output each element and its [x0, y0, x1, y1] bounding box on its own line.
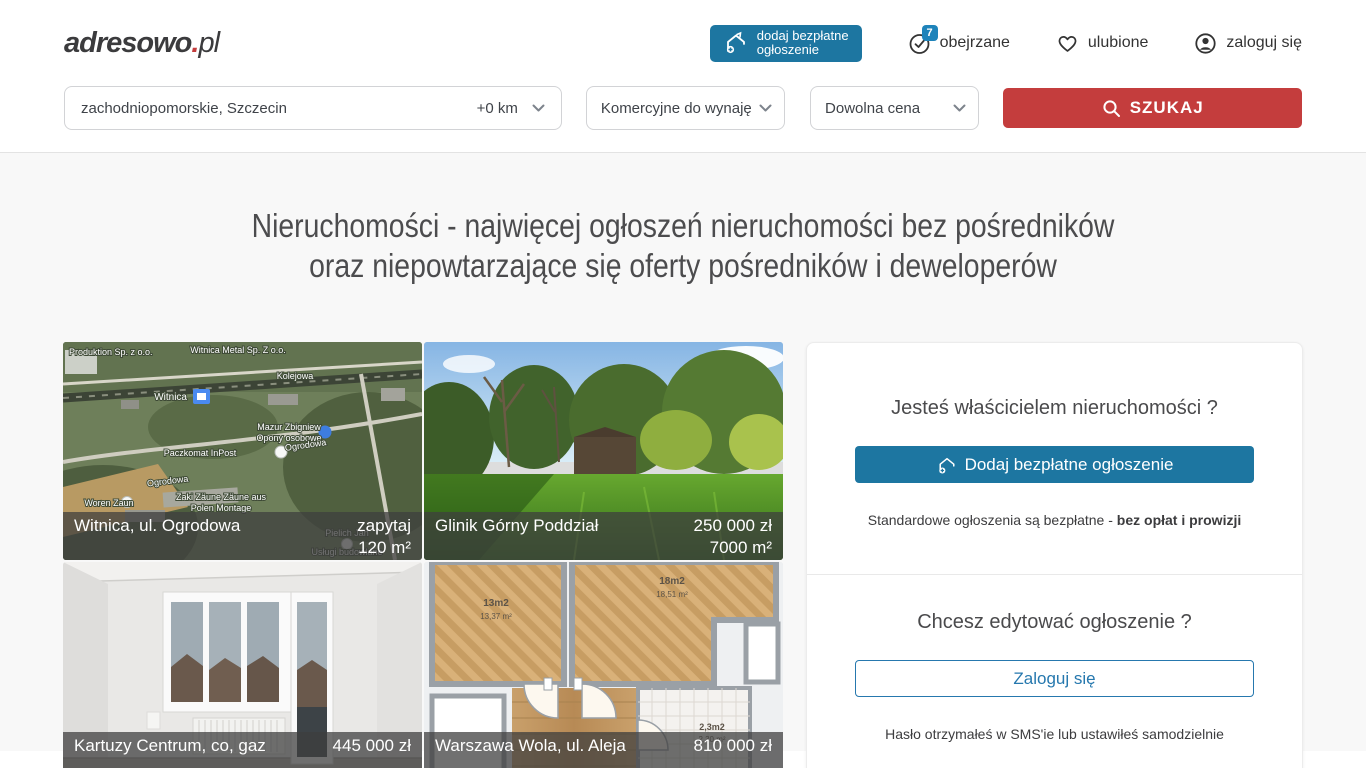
- add-listing-button[interactable]: dodaj bezpłatne ogłoszenie: [710, 25, 862, 62]
- owner-note: Standardowe ogłoszenia są bezpłatne - be…: [855, 512, 1254, 528]
- svg-text:13m2: 13m2: [483, 598, 509, 609]
- check-circle-icon: 7: [908, 32, 931, 55]
- svg-text:Produktion Sp. z o.o.: Produktion Sp. z o.o.: [69, 347, 153, 357]
- edit-note: Hasło otrzymałeś w SMS'ie lub ustawiłeś …: [855, 726, 1254, 742]
- sidebar-add-listing-button[interactable]: Dodaj bezpłatne ogłoszenie: [855, 446, 1254, 483]
- svg-text:Mazur Zbigniew: Mazur Zbigniew: [257, 422, 321, 432]
- header: adresowo.pl dodaj bezpłatne ogłoszenie: [0, 0, 1366, 86]
- chevron-down-icon: [953, 104, 966, 112]
- page-content: Nieruchomości - najwięcej ogłoszeń nieru…: [0, 153, 1366, 751]
- search-button[interactable]: SZUKAJ: [1003, 88, 1302, 128]
- listing-title: Warszawa Wola, ul. Aleja: [435, 735, 626, 768]
- chevron-down-icon: [759, 104, 772, 112]
- listing-price-area: 445 000 zł: [333, 735, 411, 768]
- svg-text:Witnica: Witnica: [154, 392, 187, 403]
- listing-card-witnica[interactable]: Produktion Sp. z o.o. Witnica Metal Sp. …: [63, 342, 422, 560]
- nav-login[interactable]: zaloguj się: [1194, 32, 1302, 55]
- sidebar-add-listing-label: Dodaj bezpłatne ogłoszenie: [965, 455, 1174, 475]
- radius-dropdown[interactable]: +0 km: [477, 100, 545, 117]
- listing-card-kartuzy[interactable]: Kartuzy Centrum, co, gaz 445 000 zł: [63, 562, 422, 768]
- user-circle-icon: [1194, 32, 1217, 55]
- edit-section: Chcesz edytować ogłoszenie ? Zaloguj się…: [807, 574, 1302, 768]
- nav-favorites-label: ulubione: [1088, 34, 1149, 52]
- magnifier-icon: [1102, 99, 1121, 118]
- page-title: Nieruchomości - najwięcej ogłoszeń nieru…: [96, 206, 1271, 286]
- owner-heading: Jesteś właścicielem nieruchomości ?: [855, 397, 1254, 420]
- house-plus-icon: [936, 454, 958, 476]
- owner-section: Jesteś właścicielem nieruchomości ? Doda…: [807, 343, 1302, 574]
- listing-caption: Witnica, ul. Ogrodowa zapytaj120 m²: [63, 512, 422, 560]
- owner-panel: Jesteś właścicielem nieruchomości ? Doda…: [806, 342, 1303, 768]
- logo-tld: pl: [198, 27, 219, 59]
- house-plus-icon: [723, 30, 749, 56]
- listings-grid: Produktion Sp. z o.o. Witnica Metal Sp. …: [63, 342, 783, 768]
- category-value: Komercyjne do wynaję: [601, 100, 751, 117]
- search-button-label: SZUKAJ: [1130, 98, 1204, 118]
- listing-price-area: zapytaj120 m²: [357, 515, 411, 560]
- price-value: Dowolna cena: [825, 100, 920, 117]
- category-select[interactable]: Komercyjne do wynaję: [586, 86, 785, 130]
- listing-title: Kartuzy Centrum, co, gaz: [74, 735, 266, 768]
- edit-heading: Chcesz edytować ogłoszenie ?: [855, 611, 1254, 634]
- logo-text: adresowo: [64, 27, 191, 59]
- heart-icon: [1056, 32, 1079, 55]
- nav-favorites[interactable]: ulubione: [1056, 32, 1149, 55]
- listing-title: Witnica, ul. Ogrodowa: [74, 515, 240, 560]
- listing-price-area: 250 000 zł7000 m²: [694, 515, 772, 560]
- location-value: zachodniopomorskie, Szczecin: [81, 100, 287, 117]
- svg-text:Kolejowa: Kolejowa: [277, 371, 314, 381]
- listing-caption: Glinik Górny Poddział 250 000 zł7000 m²: [424, 512, 783, 560]
- nav-viewed[interactable]: 7 obejrzane: [908, 32, 1010, 55]
- listing-caption: Kartuzy Centrum, co, gaz 445 000 zł: [63, 732, 422, 768]
- listing-caption: Warszawa Wola, ul. Aleja 810 000 zł: [424, 732, 783, 768]
- header-actions: dodaj bezpłatne ogłoszenie 7 obejrzane: [710, 25, 1302, 62]
- listing-price-area: 810 000 zł: [694, 735, 772, 768]
- svg-text:2,3m2: 2,3m2: [699, 722, 725, 732]
- listing-card-glinik[interactable]: Glinik Górny Poddział 250 000 zł7000 m²: [424, 342, 783, 560]
- listing-card-warszawa[interactable]: 13m2 13,37 m² 18m2 18,51 m² 2,3m2 2,30 m…: [424, 562, 783, 768]
- svg-text:13,37 m²: 13,37 m²: [480, 612, 512, 621]
- top-bar: adresowo.pl dodaj bezpłatne ogłoszenie: [0, 0, 1366, 153]
- svg-text:18m2: 18m2: [659, 576, 685, 587]
- search-bar: zachodniopomorskie, Szczecin +0 km Komer…: [0, 86, 1366, 152]
- sidebar-login-button[interactable]: Zaloguj się: [855, 660, 1254, 697]
- radius-value: +0 km: [477, 100, 518, 117]
- add-listing-label: dodaj bezpłatne ogłoszenie: [757, 29, 849, 57]
- viewed-count-badge: 7: [922, 25, 938, 41]
- price-select[interactable]: Dowolna cena: [810, 86, 979, 130]
- svg-text:Zaki Zäune Zäune aus: Zaki Zäune Zäune aus: [176, 492, 267, 502]
- location-input[interactable]: zachodniopomorskie, Szczecin +0 km: [64, 86, 562, 130]
- svg-text:Paczkomat InPost: Paczkomat InPost: [164, 448, 237, 458]
- nav-login-label: zaloguj się: [1226, 34, 1302, 52]
- nav-viewed-label: obejrzane: [940, 34, 1010, 52]
- svg-text:18,51 m²: 18,51 m²: [656, 590, 688, 599]
- site-logo[interactable]: adresowo.pl: [64, 27, 219, 60]
- chevron-down-icon: [532, 104, 545, 112]
- svg-text:Woren Zaun: Woren Zaun: [84, 498, 133, 508]
- svg-text:Witnica Metal Sp. Z o.o.: Witnica Metal Sp. Z o.o.: [190, 345, 286, 355]
- listing-title: Glinik Górny Poddział: [435, 515, 598, 560]
